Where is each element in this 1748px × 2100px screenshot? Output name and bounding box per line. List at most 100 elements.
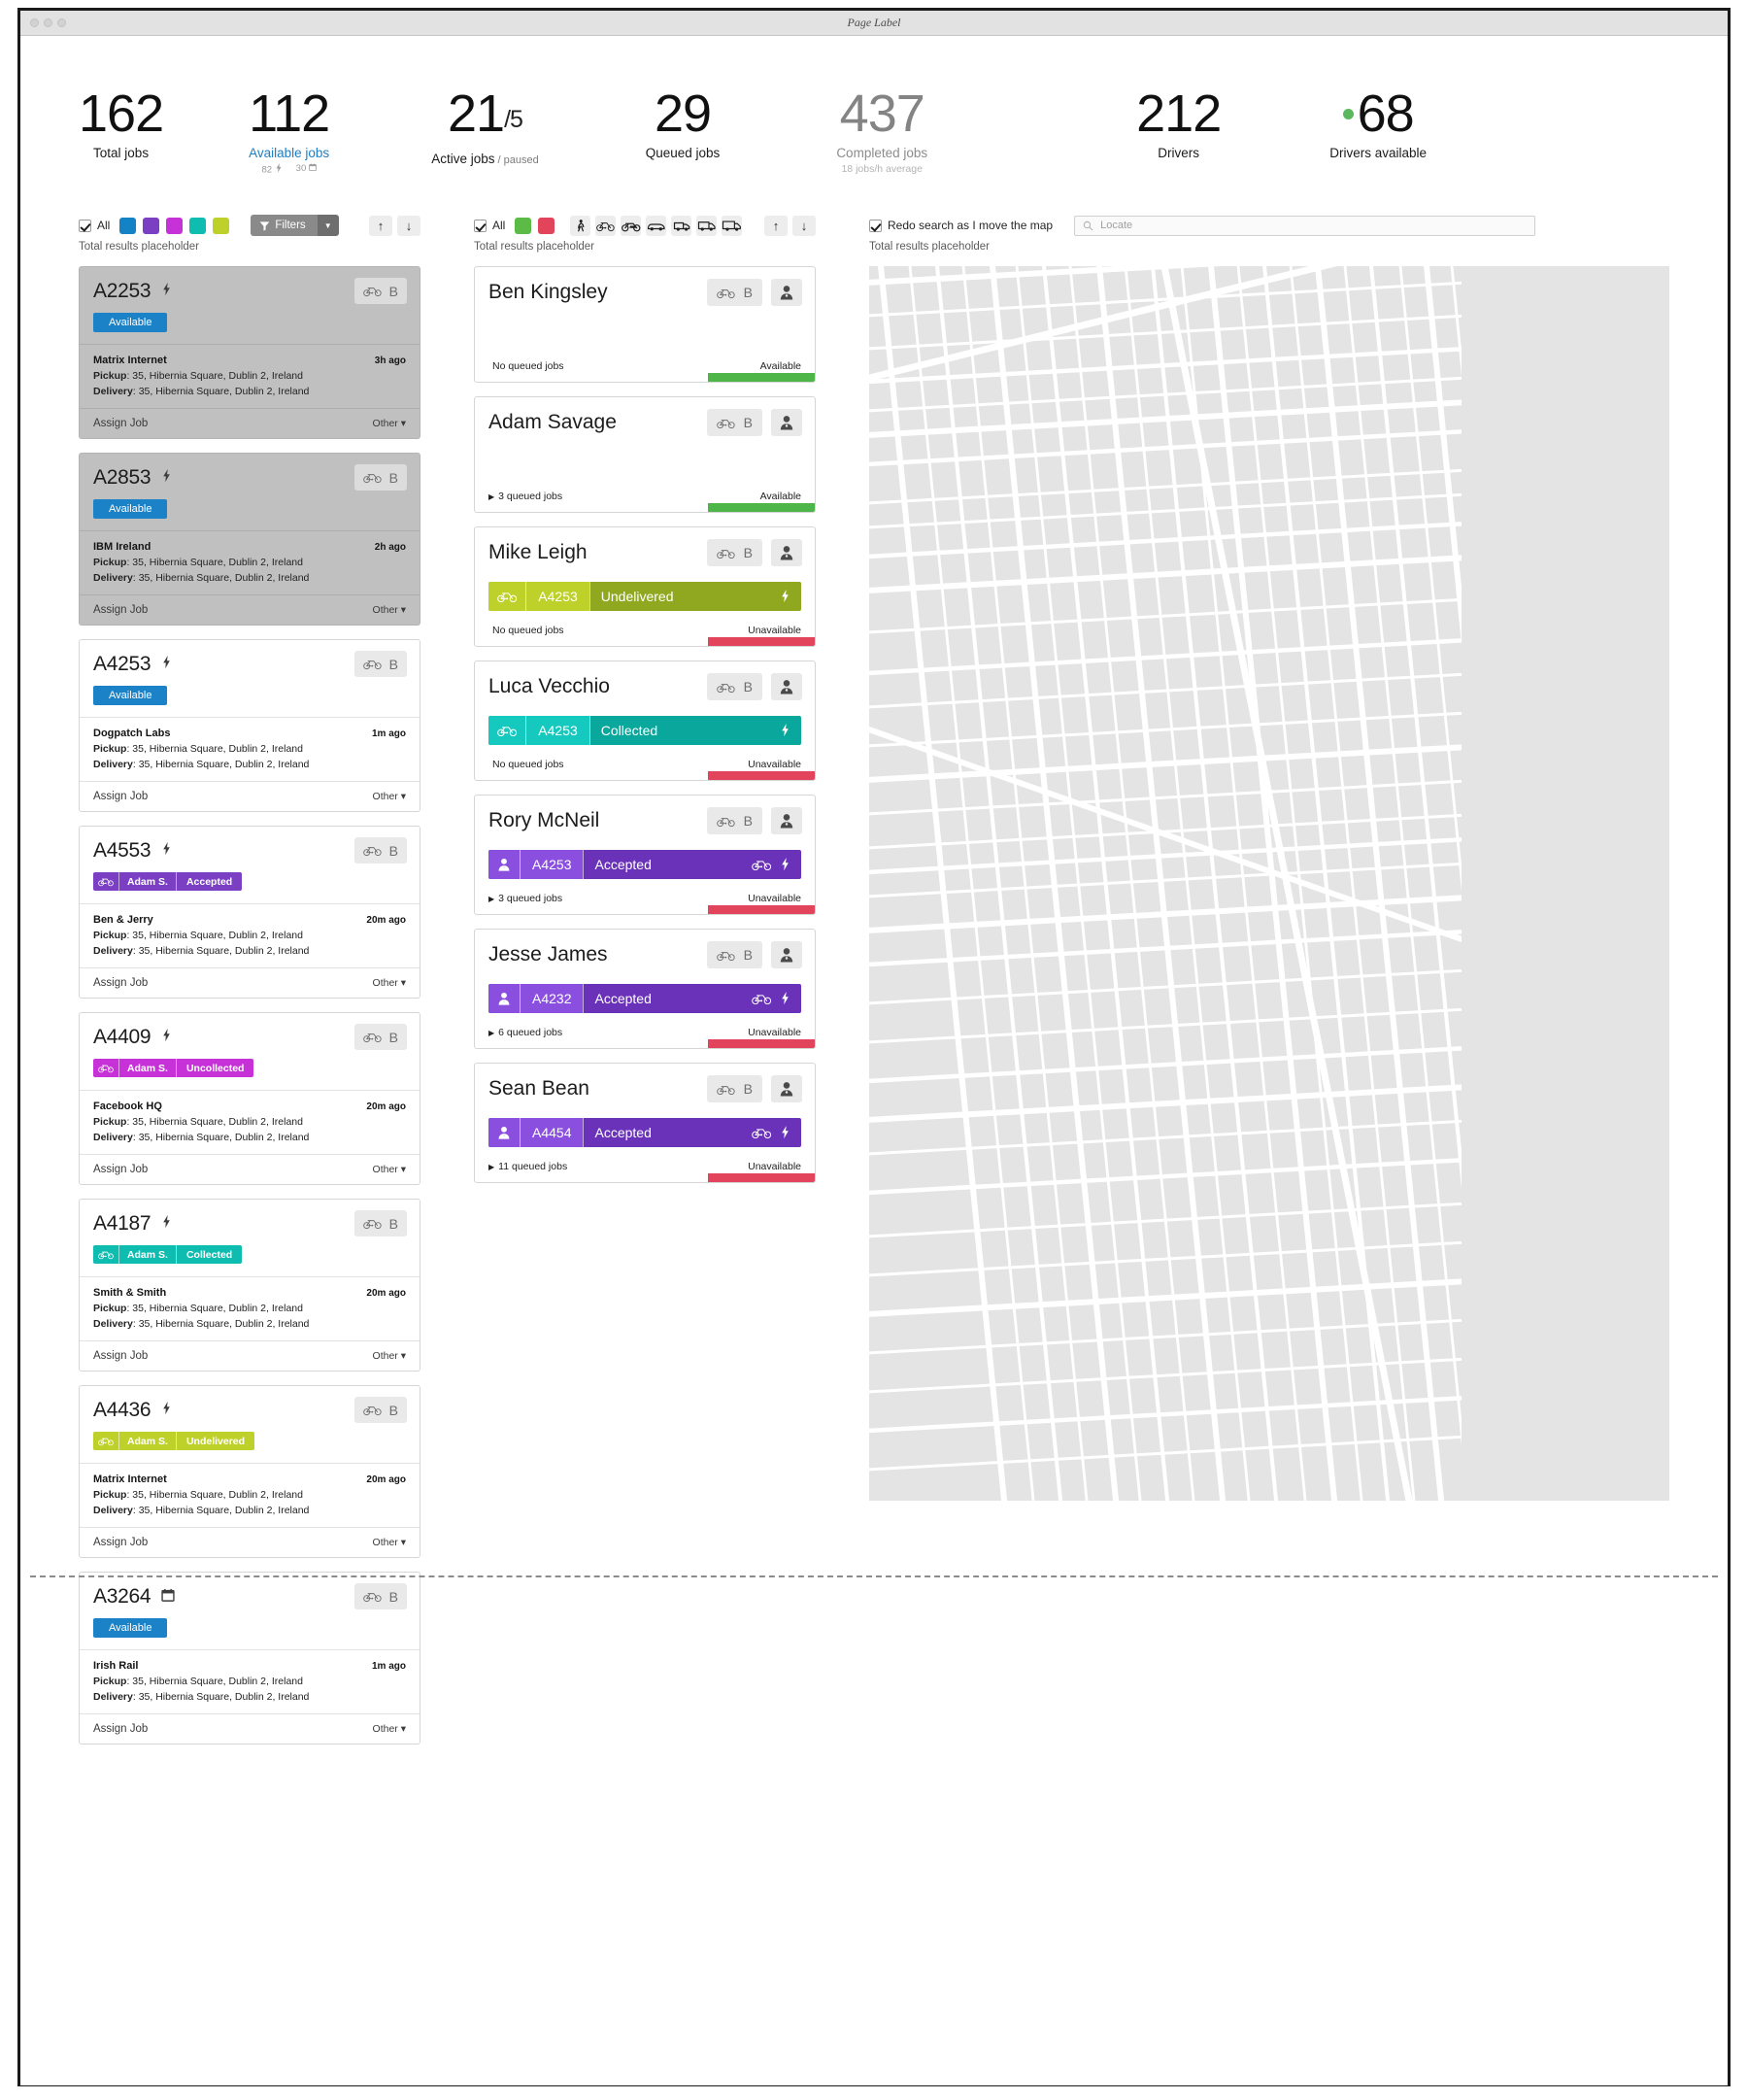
job-assignment-badge[interactable]: Adam S. Uncollected [93,1059,254,1077]
driver-active-job[interactable]: A4454 Accepted [488,1118,801,1147]
vehicle-filter-icons[interactable] [570,215,743,236]
other-actions-dropdown[interactable]: Other ▾ [373,1537,406,1548]
driver-card[interactable]: Rory McNeil B A4253 Accepted ▶ 3 queued … [474,795,816,915]
driver-card[interactable]: Luca Vecchio B A4253 Collected No queued… [474,660,816,781]
expand-triangle-icon[interactable]: ▶ [488,1029,494,1037]
driver-card[interactable]: Jesse James B A4232 Accepted ▶ 6 queued … [474,929,816,1049]
vehicle-filter-bicycle[interactable] [595,215,617,236]
expand-triangle-icon[interactable]: ▶ [488,1163,494,1171]
driver-active-job[interactable]: A4232 Accepted [488,984,801,1013]
job-vehicle-badge[interactable]: B [353,651,407,677]
color-filter-swatch[interactable] [538,217,555,234]
checkbox-icon[interactable] [474,219,487,232]
driver-queued-jobs[interactable]: ▶ 6 queued jobs [488,1027,562,1038]
job-assignment-badge[interactable]: Adam S. Collected [93,1245,243,1264]
driver-vehicle-badge[interactable]: B [706,539,762,566]
driver-avatar[interactable] [771,673,802,700]
color-filter-swatch[interactable] [515,217,532,234]
job-card[interactable]: A2253 B Available Matrix Internet 3h ago… [79,266,420,439]
other-actions-dropdown[interactable]: Other ▾ [373,1350,406,1362]
sort-ascending-button[interactable]: ↑ [764,215,788,236]
other-actions-dropdown[interactable]: Other ▾ [373,977,406,989]
redo-search-checkbox[interactable]: Redo search as I move the map [869,219,1053,232]
assign-job-button[interactable]: Assign Job [93,1164,148,1175]
job-card[interactable]: A4436 B Adam S. Undelivered Matrix Inter… [79,1385,420,1558]
color-filter-swatch[interactable] [166,217,184,234]
sort-descending-button[interactable]: ↓ [397,215,420,236]
vehicle-filter-small-van[interactable] [671,215,692,236]
jobs-all-checkbox[interactable]: All [79,219,110,232]
driver-queued-jobs[interactable]: No queued jobs [488,360,564,372]
stat-label[interactable]: Available jobs [249,146,329,160]
color-filter-swatch[interactable] [189,217,207,234]
assign-job-button[interactable]: Assign Job [93,977,148,989]
sort-ascending-button[interactable]: ↑ [369,215,392,236]
driver-active-job[interactable]: A4253 Accepted [488,850,801,879]
locate-search-field[interactable]: Locate [1074,215,1536,236]
assign-job-button[interactable]: Assign Job [93,418,148,429]
assign-job-button[interactable]: Assign Job [93,1723,148,1735]
job-vehicle-badge[interactable]: B [353,1210,407,1236]
job-card[interactable]: A2853 B Available IBM Ireland 2h ago Pic… [79,453,420,626]
driver-queued-jobs[interactable]: No queued jobs [488,625,564,636]
job-assignment-badge[interactable]: Adam S. Accepted [93,872,243,891]
job-vehicle-badge[interactable]: B [353,278,407,304]
job-vehicle-badge[interactable]: B [353,464,407,491]
driver-queued-jobs[interactable]: No queued jobs [488,759,564,770]
job-status-badge[interactable]: Available [93,686,168,705]
other-actions-dropdown[interactable]: Other ▾ [373,1164,406,1175]
vehicle-filter-motorbike[interactable] [621,215,642,236]
other-actions-dropdown[interactable]: Other ▾ [373,604,406,616]
jobs-color-swatches[interactable] [119,217,230,234]
job-card[interactable]: A3264 B Available Irish Rail 1m ago Pick… [79,1572,420,1744]
other-actions-dropdown[interactable]: Other ▾ [373,418,406,429]
chevron-down-icon[interactable]: ▼ [317,215,339,236]
job-status-badge[interactable]: Available [93,313,168,332]
assign-job-button[interactable]: Assign Job [93,1537,148,1548]
assign-job-button[interactable]: Assign Job [93,1350,148,1362]
color-filter-swatch[interactable] [213,217,230,234]
sort-descending-button[interactable]: ↓ [792,215,816,236]
filters-button-main[interactable]: Filters [251,215,318,236]
expand-triangle-icon[interactable]: ▶ [488,895,494,903]
vehicle-filter-truck[interactable] [722,215,743,236]
job-vehicle-badge[interactable]: B [353,1583,407,1609]
driver-avatar[interactable] [771,941,802,968]
map-canvas[interactable] [869,266,1669,1501]
driver-queued-jobs[interactable]: ▶ 11 queued jobs [488,1161,567,1172]
job-card[interactable]: A4409 B Adam S. Uncollected Facebook HQ … [79,1012,420,1185]
expand-triangle-icon[interactable]: ▶ [488,492,494,501]
vehicle-filter-car[interactable] [646,215,667,236]
driver-queued-jobs[interactable]: ▶ 3 queued jobs [488,491,562,502]
driver-avatar[interactable] [771,539,802,566]
checkbox-icon[interactable] [869,219,882,232]
color-filter-swatch[interactable] [119,217,137,234]
driver-queued-jobs[interactable]: ▶ 3 queued jobs [488,893,562,904]
driver-active-job[interactable]: A4253 Collected [488,716,801,745]
job-vehicle-badge[interactable]: B [353,837,407,864]
driver-vehicle-badge[interactable]: B [706,941,762,968]
drivers-all-checkbox[interactable]: All [474,219,505,232]
other-actions-dropdown[interactable]: Other ▾ [373,1723,406,1735]
driver-vehicle-badge[interactable]: B [706,1075,762,1102]
driver-vehicle-badge[interactable]: B [706,409,762,436]
driver-vehicle-badge[interactable]: B [706,673,762,700]
driver-card[interactable]: Mike Leigh B A4253 Undelivered No queued… [474,526,816,647]
driver-avatar[interactable] [771,807,802,834]
driver-avatar[interactable] [771,279,802,306]
job-assignment-badge[interactable]: Adam S. Undelivered [93,1432,255,1450]
vehicle-filter-van[interactable] [696,215,718,236]
job-card[interactable]: A4187 B Adam S. Collected Smith & Smith … [79,1199,420,1372]
job-card[interactable]: A4553 B Adam S. Accepted Ben & Jerry 20m… [79,826,420,999]
job-card[interactable]: A4253 B Available Dogpatch Labs 1m ago P… [79,639,420,812]
job-status-badge[interactable]: Available [93,1618,168,1638]
other-actions-dropdown[interactable]: Other ▾ [373,791,406,802]
job-status-badge[interactable]: Available [93,499,168,519]
filters-button[interactable]: Filters ▼ [251,215,339,236]
driver-vehicle-badge[interactable]: B [706,279,762,306]
checkbox-icon[interactable] [79,219,91,232]
driver-avatar[interactable] [771,1075,802,1102]
job-vehicle-badge[interactable]: B [353,1397,407,1423]
driver-card[interactable]: Adam Savage B ▶ 3 queued jobs Available [474,396,816,513]
drivers-color-swatches[interactable] [515,217,555,234]
